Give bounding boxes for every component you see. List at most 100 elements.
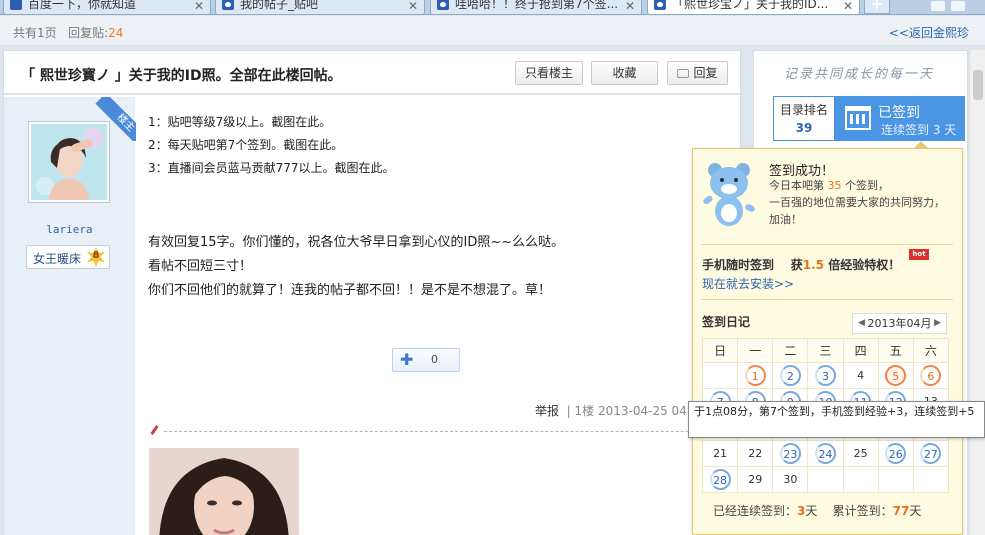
calendar-day[interactable]: 3 bbox=[807, 362, 844, 389]
op-ribbon: 楼主 bbox=[92, 97, 136, 141]
exp-multiplier: 1.5 bbox=[802, 258, 825, 272]
scrollbar-thumb[interactable] bbox=[973, 70, 983, 100]
calendar-day bbox=[842, 466, 879, 493]
tab-label: 「熙世珍宝ノ」关于我的ID... bbox=[672, 0, 829, 11]
tieba-paw-icon bbox=[222, 0, 234, 10]
reply-label: 回复贴: bbox=[68, 26, 109, 40]
calendar-day bbox=[912, 466, 950, 493]
browser-tab-baidu[interactable]: 百度一下，你就知道 ✕ bbox=[3, 0, 211, 14]
browser-tab-current[interactable]: 「熙世珍宝ノ」关于我的ID... ✕ bbox=[647, 0, 860, 14]
tab-label: 百度一下，你就知道 bbox=[28, 0, 137, 11]
rank-box[interactable]: 目录排名 39 bbox=[773, 96, 835, 141]
calendar-day[interactable]: 5 bbox=[877, 362, 914, 389]
member-badge[interactable]: 女王暖床 8 bbox=[26, 245, 110, 269]
calendar-day-number: 3 bbox=[814, 365, 836, 386]
weekday-header: 三 bbox=[807, 338, 844, 363]
report-link[interactable]: 举报 bbox=[535, 404, 559, 418]
only-op-button[interactable]: 只看楼主 bbox=[515, 61, 583, 85]
rank-label: 目录排名 bbox=[779, 103, 828, 117]
reply-button-label: 回复 bbox=[693, 66, 718, 80]
weekday-header: 一 bbox=[737, 338, 774, 363]
sign-in-popup: 签到成功！ 今日本吧第 35 个签到， 一百强的地位需要大家的共同努力， 加油！… bbox=[692, 141, 963, 535]
signed-in-button[interactable]: 已签到 连续签到 3 天 bbox=[835, 96, 965, 141]
tieba-paw-icon bbox=[437, 0, 449, 10]
calendar-day bbox=[877, 466, 914, 493]
back-to-forum-link[interactable]: <<返回金熙珍 bbox=[889, 24, 969, 41]
badge-title: 女王暖床 bbox=[33, 252, 82, 266]
next-month-icon[interactable]: ▶ bbox=[934, 314, 941, 333]
sign-rank-number: 35 bbox=[827, 179, 842, 192]
mobile-text-privilege: 倍经验特权！ bbox=[828, 258, 901, 272]
page-count: 共有1页 bbox=[13, 26, 57, 40]
calendar-day-number: 29 bbox=[748, 473, 763, 486]
calendar-day-number: 5 bbox=[885, 365, 907, 386]
author-column: lariera 女王暖床 8 bbox=[4, 97, 135, 535]
browser-tab-strip: 百度一下，你就知道 ✕ 我的帖子_贴吧 ✕ 哇哈哈！！终于抢到第7个签... ✕… bbox=[0, 0, 985, 15]
calendar-icon bbox=[845, 106, 871, 130]
calendar-day-number: 4 bbox=[857, 369, 865, 382]
sidebar-slogan: 记录共同成长的每一天 bbox=[784, 67, 935, 82]
calendar-day-number: 22 bbox=[748, 447, 763, 460]
post-body: 1：贴吧等级7级以上。截图在此。 2：每天贴吧第7个签到。截图在此。 3：直播间… bbox=[148, 111, 738, 303]
calendar-day[interactable]: 21 bbox=[701, 440, 739, 467]
post-photo-image bbox=[149, 448, 299, 535]
calendar-day[interactable]: 30 bbox=[772, 466, 809, 493]
post-meta: 举报 | 1楼 2013-04-25 04: bbox=[535, 404, 691, 418]
calendar-day[interactable]: 23 bbox=[772, 440, 809, 467]
calendar-day[interactable]: 26 bbox=[877, 440, 914, 467]
page-info: 共有1页 回复贴:24 bbox=[13, 24, 123, 41]
weekday-header: 五 bbox=[877, 338, 914, 363]
signature-divider bbox=[164, 431, 739, 432]
calendar-day[interactable]: 6 bbox=[912, 362, 950, 389]
encourage-line: 一百强的地位需要大家的共同努力， bbox=[769, 196, 945, 209]
prev-month-icon[interactable]: ◀ bbox=[858, 314, 865, 333]
sign-summary: 已经连续签到：3天 累计签到：77天 bbox=[713, 502, 921, 519]
tab-label: 我的帖子_贴吧 bbox=[240, 0, 319, 11]
undo-icon[interactable] bbox=[951, 1, 965, 11]
hot-badge: hot bbox=[909, 249, 929, 260]
divider bbox=[701, 244, 953, 245]
calendar-day-number: 1 bbox=[744, 365, 766, 386]
like-button[interactable]: ✚ 0 bbox=[392, 348, 460, 372]
author-name[interactable]: lariera bbox=[4, 223, 135, 236]
thread-info-bar: 共有1页 回复贴:24 <<返回金熙珍 bbox=[0, 16, 985, 46]
calendar-day-number: 21 bbox=[713, 447, 728, 460]
calendar-day[interactable]: 29 bbox=[737, 466, 774, 493]
pencil-icon bbox=[149, 425, 159, 437]
close-icon[interactable]: ✕ bbox=[194, 0, 204, 14]
like-count: 0 bbox=[431, 353, 438, 366]
rank-text-suffix: 个签到， bbox=[845, 179, 889, 192]
body-line: 看帖不回短三寸！ bbox=[148, 259, 253, 274]
new-tab-button[interactable]: + bbox=[864, 0, 890, 14]
window-icon[interactable] bbox=[931, 1, 945, 11]
calendar-day[interactable]: 27 bbox=[912, 440, 950, 467]
cheer-line: 加油！ bbox=[769, 213, 802, 226]
calendar-day[interactable]: 2 bbox=[772, 362, 809, 389]
total-unit: 天 bbox=[909, 504, 922, 518]
month-selector[interactable]: ◀ 2013年04月 ▶ bbox=[852, 313, 947, 334]
calendar-day-number: 24 bbox=[814, 443, 836, 464]
rank-value: 39 bbox=[795, 121, 813, 135]
calendar-day[interactable]: 28 bbox=[701, 466, 739, 493]
post-photo[interactable] bbox=[149, 448, 299, 535]
page-scrollbar[interactable] bbox=[969, 50, 985, 535]
calendar-day[interactable]: 25 bbox=[842, 440, 879, 467]
calendar-day[interactable]: 22 bbox=[737, 440, 774, 467]
calendar-day[interactable]: 1 bbox=[737, 362, 774, 389]
install-link[interactable]: 现在就去安装>> bbox=[702, 275, 794, 292]
reply-button[interactable]: 回复 bbox=[667, 61, 728, 85]
browser-tab-my-posts[interactable]: 我的帖子_贴吧 ✕ bbox=[215, 0, 425, 14]
close-icon[interactable]: ✕ bbox=[843, 0, 853, 14]
browser-tab-sign-post[interactable]: 哇哈哈！！终于抢到第7个签... ✕ bbox=[430, 0, 642, 14]
calendar-day[interactable]: 24 bbox=[807, 440, 844, 467]
sign-diary-title: 签到日记 bbox=[702, 315, 751, 329]
plus-icon: ✚ bbox=[400, 350, 414, 369]
close-icon[interactable]: ✕ bbox=[625, 0, 635, 14]
calendar-day[interactable]: 4 bbox=[842, 362, 879, 389]
collect-button[interactable]: 收藏 bbox=[591, 61, 658, 85]
floor-number: 1楼 bbox=[574, 404, 595, 418]
streak-unit: 天 bbox=[805, 504, 818, 518]
calendar-day-number: 26 bbox=[885, 443, 907, 464]
calendar-day-number: 25 bbox=[853, 447, 868, 460]
close-icon[interactable]: ✕ bbox=[408, 0, 418, 14]
